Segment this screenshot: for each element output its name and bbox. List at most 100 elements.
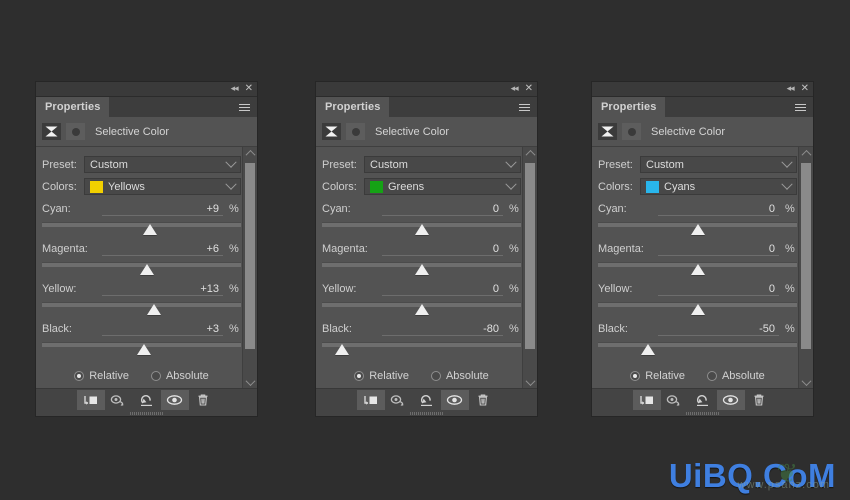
slider-thumb[interactable] [414,304,429,315]
view-previous-state-icon[interactable] [661,390,689,410]
scrollbar-thumb[interactable] [525,163,535,349]
slider-value-field[interactable]: 0 [658,283,779,296]
toggle-visibility-icon[interactable] [716,390,745,410]
view-previous-state-icon[interactable] [105,390,133,410]
panel-resize-grip[interactable] [316,411,537,416]
scroll-up-icon[interactable] [799,147,813,160]
slider-value-field[interactable]: 0 [658,243,779,256]
clip-to-layer-icon[interactable] [356,390,385,410]
slider-value-field[interactable]: 0 [382,203,503,216]
collapse-icon[interactable]: ◂◂ [787,83,795,94]
slider-track-area[interactable] [322,220,521,236]
scroll-up-icon[interactable] [523,147,537,160]
delete-icon[interactable] [189,390,217,410]
delete-icon[interactable] [745,390,773,410]
scrollbar-thumb[interactable] [245,163,255,349]
radio-relative[interactable]: Relative [354,370,409,382]
radio-absolute-indicator [430,371,441,381]
close-icon[interactable]: ✕ [801,83,809,94]
delete-icon[interactable] [469,390,497,410]
slider-value-field[interactable]: -80 [382,323,503,336]
slider-thumb[interactable] [137,344,152,355]
radio-relative[interactable]: Relative [630,370,685,382]
colors-label: Colors: [322,180,357,193]
percent-symbol: % [229,243,239,255]
close-icon[interactable]: ✕ [525,83,533,94]
radio-absolute[interactable]: Absolute [150,370,209,382]
slider-track-area[interactable] [598,220,797,236]
chevron-down-icon [505,156,517,168]
slider-track-area[interactable] [598,260,797,276]
slider-thumb[interactable] [414,224,429,235]
slider-thumb[interactable] [640,344,655,355]
watermark-subtext: www.psanz.com [737,479,830,491]
preset-select[interactable]: Custom [84,156,241,173]
slider-thumb[interactable] [143,224,158,235]
scrollbar-thumb[interactable] [801,163,811,349]
slider-thumb[interactable] [140,264,155,275]
view-previous-state-icon[interactable] [385,390,413,410]
slider-value-field[interactable]: -50 [658,323,779,336]
collapse-icon[interactable]: ◂◂ [511,83,519,94]
reset-icon[interactable] [689,390,717,410]
slider-thumb[interactable] [690,264,705,275]
slider-thumb[interactable] [147,304,162,315]
toggle-visibility-icon[interactable] [160,390,189,410]
layer-mask-icon[interactable] [622,123,641,140]
slider-track-area[interactable] [598,340,797,356]
radio-absolute[interactable]: Absolute [706,370,765,382]
close-icon[interactable]: ✕ [245,83,253,94]
radio-absolute[interactable]: Absolute [430,370,489,382]
clip-to-layer-icon[interactable] [632,390,661,410]
slider-value: 0 [768,283,775,295]
scroll-down-icon[interactable] [243,375,257,388]
panel-resize-grip[interactable] [592,411,813,416]
slider-thumb[interactable] [690,304,705,315]
slider-track-area[interactable] [42,220,241,236]
tab-properties[interactable]: Properties [316,97,390,117]
slider-track-area[interactable] [598,300,797,316]
collapse-icon[interactable]: ◂◂ [231,83,239,94]
slider-value-field[interactable]: +9 [102,203,223,216]
reset-icon[interactable] [413,390,441,410]
slider-value-field[interactable]: +3 [102,323,223,336]
layer-mask-icon[interactable] [346,123,365,140]
slider-track-area[interactable] [42,340,241,356]
slider-track-area[interactable] [322,300,521,316]
clip-to-layer-icon[interactable] [76,390,105,410]
scroll-down-icon[interactable] [523,375,537,388]
reset-icon[interactable] [133,390,161,410]
slider-track-area[interactable] [322,340,521,356]
preset-select[interactable]: Custom [364,156,521,173]
slider-value-field[interactable]: 0 [382,283,503,296]
toggle-visibility-icon[interactable] [440,390,469,410]
colors-select[interactable]: Greens [364,178,521,195]
slider-value-field[interactable]: +6 [102,243,223,256]
slider-thumb[interactable] [334,344,349,355]
slider-thumb[interactable] [690,224,705,235]
slider-value-field[interactable]: 0 [658,203,779,216]
vertical-scrollbar[interactable] [522,147,537,388]
slider-thumb[interactable] [414,264,429,275]
panel-menu-icon[interactable] [791,97,813,117]
slider-track-area[interactable] [42,260,241,276]
watermark-leaf-icon: ❦ [776,458,798,488]
tab-properties[interactable]: Properties [592,97,666,117]
panel-menu-icon[interactable] [235,97,257,117]
slider-value-field[interactable]: +13 [102,283,223,296]
slider-track-area[interactable] [322,260,521,276]
vertical-scrollbar[interactable] [798,147,813,388]
slider-track-area[interactable] [42,300,241,316]
scroll-down-icon[interactable] [799,375,813,388]
slider-value-field[interactable]: 0 [382,243,503,256]
colors-select[interactable]: Yellows [84,178,241,195]
scroll-up-icon[interactable] [243,147,257,160]
layer-mask-icon[interactable] [66,123,85,140]
preset-select[interactable]: Custom [640,156,797,173]
colors-select[interactable]: Cyans [640,178,797,195]
radio-relative[interactable]: Relative [74,370,129,382]
panel-menu-icon[interactable] [515,97,537,117]
tab-properties[interactable]: Properties [36,97,110,117]
panel-resize-grip[interactable] [36,411,257,416]
vertical-scrollbar[interactable] [242,147,257,388]
